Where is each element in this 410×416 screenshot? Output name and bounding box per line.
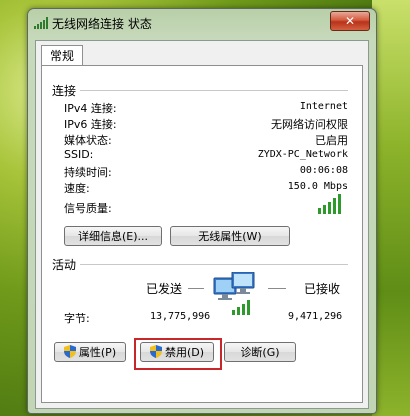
- dialog-client-area: 常规 连接 IPv4 连接: Internet IPv6 连接: 无网络访问权限…: [35, 40, 369, 409]
- connection-group-label: 连接: [52, 84, 77, 98]
- wireless-properties-button[interactable]: 无线属性(W): [170, 226, 290, 246]
- status-dialog: 无线网络连接 状态 ✕ 常规 连接 IPv4 连接: Internet IPv6…: [27, 8, 377, 414]
- details-button[interactable]: 详细信息(E)...: [64, 226, 162, 246]
- speed-label: 速度:: [64, 182, 90, 195]
- window-title: 无线网络连接 状态: [52, 17, 152, 31]
- media-state-label: 媒体状态:: [64, 134, 112, 147]
- activity-group-label: 活动: [52, 258, 77, 272]
- sent-label: 已发送: [146, 282, 183, 296]
- received-line: [268, 288, 286, 289]
- bytes-label: 字节:: [64, 312, 90, 325]
- bytes-received-value: 9,471,296: [288, 311, 343, 322]
- ssid-label: SSID:: [64, 148, 94, 161]
- desktop-background: [372, 0, 410, 416]
- close-icon: ✕: [344, 14, 356, 28]
- received-label: 已接收: [304, 282, 341, 296]
- properties-button[interactable]: 属性(P): [54, 342, 126, 362]
- uac-shield-icon: [149, 345, 162, 358]
- diagnose-button[interactable]: 诊断(G): [224, 342, 296, 362]
- duration-label: 持续时间:: [64, 166, 112, 179]
- uac-shield-icon: [63, 345, 76, 358]
- close-button[interactable]: ✕: [330, 11, 370, 31]
- media-state-value: 已启用: [315, 134, 348, 147]
- ssid-value: ZYDX-PC_Network: [257, 149, 348, 160]
- ipv4-label: IPv4 连接:: [64, 102, 117, 115]
- wireless-signal-icon: [34, 17, 48, 29]
- activity-separator: [80, 264, 348, 265]
- duration-value: 00:06:08: [299, 165, 348, 176]
- speed-value: 150.0 Mbps: [287, 181, 348, 192]
- signal-quality-label: 信号质量:: [64, 202, 112, 215]
- disable-button[interactable]: 禁用(D): [140, 342, 214, 362]
- tab-general[interactable]: 常规: [41, 45, 83, 66]
- ipv6-value: 无网络访问权限: [271, 118, 348, 131]
- sent-line: [188, 288, 204, 289]
- properties-button-label: 属性(P): [78, 346, 117, 359]
- ipv4-value: Internet: [299, 101, 348, 112]
- tab-page-general: 连接 IPv4 连接: Internet IPv6 连接: 无网络访问权限 媒体…: [41, 65, 363, 403]
- disable-button-label: 禁用(D): [164, 346, 205, 359]
- network-computers-icon: [213, 272, 255, 315]
- connection-separator: [80, 90, 348, 91]
- ipv6-label: IPv6 连接:: [64, 118, 117, 131]
- title-bar[interactable]: 无线网络连接 状态 ✕: [28, 9, 376, 39]
- bytes-sent-value: 13,775,996: [150, 311, 211, 322]
- signal-strength-icon: [318, 194, 341, 214]
